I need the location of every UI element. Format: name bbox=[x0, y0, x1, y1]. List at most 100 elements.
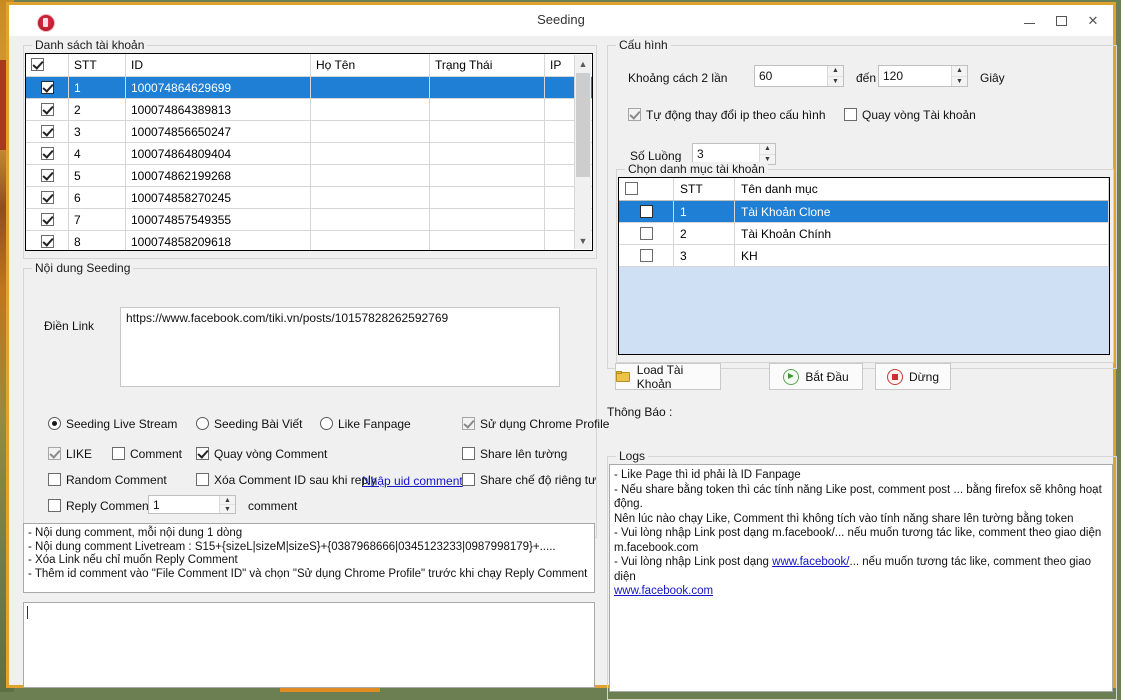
table-row[interactable]: 7 100074857549355 bbox=[26, 208, 592, 231]
stop-button[interactable]: Dừng bbox=[875, 363, 951, 390]
radio-off-icon[interactable] bbox=[196, 417, 209, 430]
stepper-up-icon[interactable]: ▲ bbox=[828, 66, 843, 77]
cell-hoten bbox=[310, 164, 430, 187]
chevron-down-icon[interactable]: ▼ bbox=[575, 232, 591, 249]
row-checkbox[interactable] bbox=[40, 102, 54, 116]
checkbox-unchecked-icon[interactable] bbox=[462, 447, 475, 460]
table-row[interactable]: 3 100074856650247 bbox=[26, 120, 592, 143]
table-row[interactable]: 2 Tài Khoản Chính bbox=[619, 222, 1109, 245]
radio-on-icon[interactable] bbox=[48, 417, 61, 430]
checkbox-checked-icon[interactable] bbox=[462, 417, 475, 430]
checkbox-quay-vong-tai-khoan[interactable]: Quay vòng Tài khoản bbox=[844, 108, 976, 122]
load-accounts-button[interactable]: Load Tài Khoản bbox=[615, 363, 721, 391]
folder-icon bbox=[616, 370, 631, 383]
stepper-up-icon[interactable]: ▲ bbox=[220, 496, 235, 505]
link-label[interactable]: Nhập uid comment bbox=[362, 474, 463, 488]
column-header-stt[interactable]: STT bbox=[673, 178, 735, 201]
select-all-checkbox[interactable] bbox=[625, 182, 638, 195]
checkbox-label: Random Comment bbox=[66, 473, 167, 487]
checkbox-unchecked-icon[interactable] bbox=[48, 473, 61, 486]
table-row[interactable]: 1 Tài Khoản Clone bbox=[619, 200, 1109, 223]
accounts-select-all-cell[interactable] bbox=[26, 54, 69, 77]
start-button[interactable]: Bắt Đầu bbox=[769, 363, 863, 390]
stepper-buttons[interactable]: ▲ ▼ bbox=[827, 66, 843, 86]
checkbox-checked-icon[interactable] bbox=[628, 108, 641, 121]
facebook-link[interactable]: www.facebook/ bbox=[772, 556, 849, 568]
checkbox-checked-icon[interactable] bbox=[48, 447, 61, 460]
row-checkbox[interactable] bbox=[639, 204, 653, 218]
checkbox-reply-comment[interactable]: Reply Comment bbox=[48, 499, 152, 513]
radio-seeding-bai-viet[interactable]: Seeding Bài Viết bbox=[196, 417, 303, 431]
column-header-stt[interactable]: STT bbox=[68, 54, 126, 77]
category-select-all-cell[interactable] bbox=[619, 178, 674, 201]
interval-to-value[interactable]: 120 bbox=[879, 69, 951, 83]
stepper-down-icon[interactable]: ▼ bbox=[828, 77, 843, 87]
row-checkbox[interactable] bbox=[40, 124, 54, 138]
row-checkbox[interactable] bbox=[40, 80, 54, 94]
column-header-ten-danh-muc[interactable]: Tên danh mục bbox=[734, 178, 1109, 201]
column-header-id[interactable]: ID bbox=[125, 54, 311, 77]
link-input[interactable]: https://www.facebook.com/tiki.vn/posts/1… bbox=[120, 307, 560, 387]
table-row[interactable]: 6 100074858270245 bbox=[26, 186, 592, 209]
stepper-up-icon[interactable]: ▲ bbox=[760, 144, 775, 155]
accounts-vertical-scrollbar[interactable]: ▲ ▼ bbox=[574, 55, 591, 249]
interval-from-stepper[interactable]: 60 ▲ ▼ bbox=[754, 65, 844, 87]
row-checkbox[interactable] bbox=[40, 234, 54, 248]
checkbox-comment[interactable]: Comment bbox=[112, 447, 182, 461]
stepper-buttons[interactable]: ▲ ▼ bbox=[219, 496, 235, 513]
stepper-up-icon[interactable]: ▲ bbox=[952, 66, 967, 77]
row-checkbox[interactable] bbox=[40, 146, 54, 160]
checkbox-unchecked-icon[interactable] bbox=[462, 473, 475, 486]
checkbox-random-comment[interactable]: Random Comment bbox=[48, 473, 167, 487]
stepper-down-icon[interactable]: ▼ bbox=[952, 77, 967, 87]
table-row[interactable]: 4 100074864809404 bbox=[26, 142, 592, 165]
checkbox-like[interactable]: LIKE bbox=[48, 447, 92, 461]
table-row[interactable]: 1 100074864629699 bbox=[26, 76, 592, 99]
table-row[interactable]: 8 100074858209618 bbox=[26, 230, 592, 250]
checkbox-checked-icon[interactable] bbox=[196, 447, 209, 460]
row-checkbox[interactable] bbox=[639, 248, 653, 262]
logs-textbox[interactable]: - Like Page thì id phải là ID Fanpage - … bbox=[609, 464, 1113, 692]
checkbox-quay-vong-comment[interactable]: Quay vòng Comment bbox=[196, 447, 327, 461]
checkbox-unchecked-icon[interactable] bbox=[196, 473, 209, 486]
column-header-hoten[interactable]: Họ Tên bbox=[310, 54, 430, 77]
checkbox-share-len-tuong[interactable]: Share lên tường bbox=[462, 447, 567, 461]
table-row[interactable]: 2 100074864389813 bbox=[26, 98, 592, 121]
row-checkbox[interactable] bbox=[40, 190, 54, 204]
stepper-buttons[interactable]: ▲ ▼ bbox=[759, 144, 775, 164]
close-icon[interactable]: ✕ bbox=[1077, 5, 1109, 36]
stepper-buttons[interactable]: ▲ ▼ bbox=[951, 66, 967, 86]
radio-off-icon[interactable] bbox=[320, 417, 333, 430]
threads-value[interactable]: 3 bbox=[693, 147, 759, 161]
select-all-checkbox[interactable] bbox=[31, 58, 44, 71]
link-label: Điền Link bbox=[44, 319, 95, 333]
interval-from-value[interactable]: 60 bbox=[755, 69, 827, 83]
column-header-trangthai[interactable]: Trạng Thái bbox=[429, 54, 545, 77]
chevron-up-icon[interactable]: ▲ bbox=[575, 55, 591, 72]
nhap-uid-comment-link[interactable]: Nhập uid comment bbox=[362, 474, 463, 488]
row-checkbox[interactable] bbox=[40, 168, 54, 182]
logs-group: Logs - Like Page thì id phải là ID Fanpa… bbox=[607, 449, 1117, 700]
table-row[interactable]: 5 100074862199268 bbox=[26, 164, 592, 187]
minimize-icon[interactable] bbox=[1013, 5, 1045, 36]
interval-to-stepper[interactable]: 120 ▲ ▼ bbox=[878, 65, 968, 87]
table-row[interactable]: 3 KH bbox=[619, 244, 1109, 267]
radio-like-fanpage[interactable]: Like Fanpage bbox=[320, 417, 411, 431]
checkbox-unchecked-icon[interactable] bbox=[112, 447, 125, 460]
row-checkbox[interactable] bbox=[639, 226, 653, 240]
checkbox-chrome-profile[interactable]: Sử dụng Chrome Profile bbox=[462, 417, 609, 431]
reply-comment-stepper[interactable]: 1 ▲ ▼ bbox=[148, 495, 236, 514]
checkbox-xoa-comment-id[interactable]: Xóa Comment ID sau khi reply bbox=[196, 473, 377, 487]
comment-content-textarea[interactable] bbox=[23, 602, 595, 688]
checkbox-unchecked-icon[interactable] bbox=[48, 499, 61, 512]
facebook-com-link[interactable]: www.facebook.com bbox=[614, 585, 713, 597]
stepper-down-icon[interactable]: ▼ bbox=[220, 505, 235, 513]
radio-seeding-live-stream[interactable]: Seeding Live Stream bbox=[48, 417, 177, 431]
scrollbar-thumb[interactable] bbox=[576, 73, 590, 177]
checkbox-share-rieng-tu[interactable]: Share chế độ riêng tư bbox=[462, 473, 596, 487]
maximize-icon[interactable] bbox=[1045, 5, 1077, 36]
checkbox-auto-change-ip[interactable]: Tự động thay đổi ip theo cấu hình bbox=[628, 108, 826, 122]
checkbox-unchecked-icon[interactable] bbox=[844, 108, 857, 121]
row-checkbox[interactable] bbox=[40, 212, 54, 226]
reply-comment-value[interactable]: 1 bbox=[149, 498, 219, 512]
